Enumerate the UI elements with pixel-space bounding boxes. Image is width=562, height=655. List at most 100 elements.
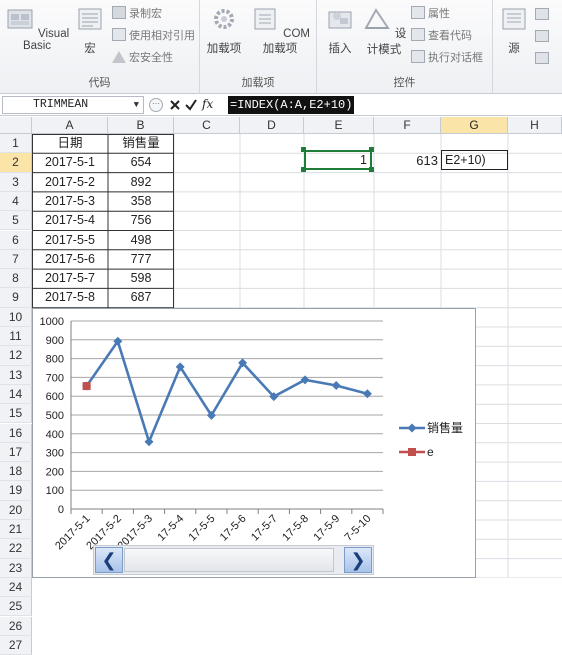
row-header-4[interactable]: 4 <box>0 191 32 212</box>
group-label-addins: 加载项 <box>241 77 275 89</box>
relative-reference-icon <box>112 28 126 41</box>
chevron-right-icon: ❯ <box>350 550 366 570</box>
properties-icon <box>411 6 425 19</box>
chart-scrollbar[interactable]: ❮ ❯ <box>93 545 374 575</box>
row-header-11[interactable]: 11 <box>0 327 32 347</box>
column-header-f[interactable]: F <box>374 117 441 134</box>
xml-expand-icon[interactable] <box>535 30 549 42</box>
formula-bar-toggle[interactable]: ⋯ <box>148 96 164 114</box>
column-header-c[interactable]: C <box>174 117 240 134</box>
com-addins-button[interactable]: COM 加载项 <box>246 6 314 56</box>
addins-label: 加载项 <box>206 43 242 55</box>
line-chart[interactable]: 0 100 200 300 400 500 600 700 800 900 1000 2017-5-1… <box>32 308 476 578</box>
formula-input[interactable]: =INDEX(A:A,E2+10) <box>228 96 355 114</box>
row-header-21[interactable]: 21 <box>0 520 32 540</box>
y-tick-label: 600 <box>46 391 64 403</box>
legend-label: 销售量 <box>427 420 463 435</box>
record-macro-icon <box>112 6 126 19</box>
row-header-20[interactable]: 20 <box>0 500 32 520</box>
row-header-5[interactable]: 5 <box>0 211 32 231</box>
y-tick-label: 500 <box>46 410 64 422</box>
x-tick-label: 17-5-6 <box>218 513 249 544</box>
design-mode-button[interactable]: 设计模式 <box>359 6 409 57</box>
column-header-e[interactable]: E <box>304 117 374 134</box>
legend-marker <box>408 448 416 456</box>
record-macro-label: 录制宏 <box>129 8 162 20</box>
row-header-19[interactable]: 19 <box>0 481 32 501</box>
legend-label: e <box>427 445 434 459</box>
row-header-12[interactable]: 12 <box>0 346 32 366</box>
insert-function-button[interactable]: fx <box>202 97 213 111</box>
com-addins-icon <box>254 8 276 30</box>
scroll-right-button[interactable]: ❯ <box>344 547 372 573</box>
xml-refresh-icon[interactable] <box>535 52 549 64</box>
column-header-a[interactable]: A <box>32 117 108 134</box>
column-header-h[interactable]: H <box>508 117 562 134</box>
cell-g2[interactable]: E2+10) <box>445 151 505 170</box>
row-header-26[interactable]: 26 <box>0 616 32 636</box>
row-header-27[interactable]: 27 <box>0 635 32 655</box>
insert-control-button[interactable]: 插入 <box>323 6 357 56</box>
row-header-24[interactable]: 24 <box>0 577 32 598</box>
row-header-16[interactable]: 16 <box>0 423 32 443</box>
row-header-1[interactable]: 1 <box>0 134 32 154</box>
row-header-15[interactable]: 15 <box>0 404 32 424</box>
name-box[interactable]: TRIMMEAN ▼ <box>2 96 144 114</box>
row-header-23[interactable]: 23 <box>0 558 32 578</box>
row-header-17[interactable]: 17 <box>0 442 32 463</box>
row-header-9[interactable]: 9 <box>0 288 32 308</box>
addins-button[interactable]: 加载项 <box>206 6 242 56</box>
chevron-down-icon[interactable]: ▼ <box>134 97 139 113</box>
select-all-corner[interactable] <box>0 117 32 134</box>
row-header-6[interactable]: 6 <box>0 230 32 250</box>
x-tick-label: 17-5-5 <box>187 513 218 544</box>
row-header-10[interactable]: 10 <box>0 307 32 327</box>
run-dialog-label: 执行对话框 <box>428 52 483 64</box>
source-label: 源 <box>508 43 520 55</box>
gear-icon <box>214 9 234 29</box>
com-addins-label: COM 加载项 <box>262 28 311 55</box>
name-box-value: TRIMMEAN <box>33 98 89 111</box>
row-header-7[interactable]: 7 <box>0 249 32 270</box>
macro-security-button[interactable]: 宏安全性 <box>112 48 173 68</box>
cell-e2[interactable]: 1 <box>306 151 370 170</box>
xml-map-icon[interactable] <box>535 8 549 20</box>
relative-reference-button[interactable]: 使用相对引用 <box>112 26 195 46</box>
record-macro-button[interactable]: 录制宏 <box>112 4 162 24</box>
x-tick-label: 7-5-10 <box>343 513 374 544</box>
row-header-3[interactable]: 3 <box>0 172 32 192</box>
cancel-icon[interactable] <box>168 96 182 114</box>
run-dialog-button[interactable]: 执行对话框 <box>411 48 483 68</box>
row-header-18[interactable]: 18 <box>0 462 32 482</box>
y-tick-label: 900 <box>46 335 64 347</box>
y-tick-label: 300 <box>46 448 64 460</box>
scroll-thumb[interactable] <box>124 548 334 572</box>
column-header-b[interactable]: B <box>108 117 174 134</box>
visual-basic-icon <box>7 9 33 29</box>
row-header-8[interactable]: 8 <box>0 269 32 289</box>
column-header-g[interactable]: G <box>441 117 508 134</box>
row-header-22[interactable]: 22 <box>0 539 32 559</box>
enter-check-icon[interactable] <box>184 96 198 114</box>
column-header-d[interactable]: D <box>240 117 304 134</box>
ribbon-developer-tab: Visual Basic 宏 录制宏 使用相对引用 宏安全性 代码 加载项 CO… <box>0 0 562 94</box>
source-button[interactable]: 源 <box>499 6 529 56</box>
ribbon-group-addins: 加载项 COM 加载项 加载项 <box>200 0 317 94</box>
source-icon <box>502 8 526 30</box>
row-header-14[interactable]: 14 <box>0 384 32 405</box>
row-header-13[interactable]: 13 <box>0 365 32 385</box>
group-label-controls: 控件 <box>393 77 416 89</box>
macro-button[interactable]: 宏 <box>74 6 106 56</box>
row-header-2[interactable]: 2 <box>0 153 32 173</box>
formula-buttons: ⋯ fx <box>148 96 222 114</box>
visual-basic-button[interactable]: Visual Basic <box>4 6 70 52</box>
data-point-marker <box>144 437 154 447</box>
y-tick-label: 400 <box>46 429 64 441</box>
row-header-25[interactable]: 25 <box>0 597 32 617</box>
cell-f2[interactable]: 613 <box>374 151 440 170</box>
series-line-sales <box>85 340 368 443</box>
scroll-left-button[interactable]: ❮ <box>95 547 123 573</box>
y-tick-label: 0 <box>58 504 64 516</box>
properties-button[interactable]: 属性 <box>411 4 450 24</box>
view-code-button[interactable]: 查看代码 <box>411 26 472 46</box>
